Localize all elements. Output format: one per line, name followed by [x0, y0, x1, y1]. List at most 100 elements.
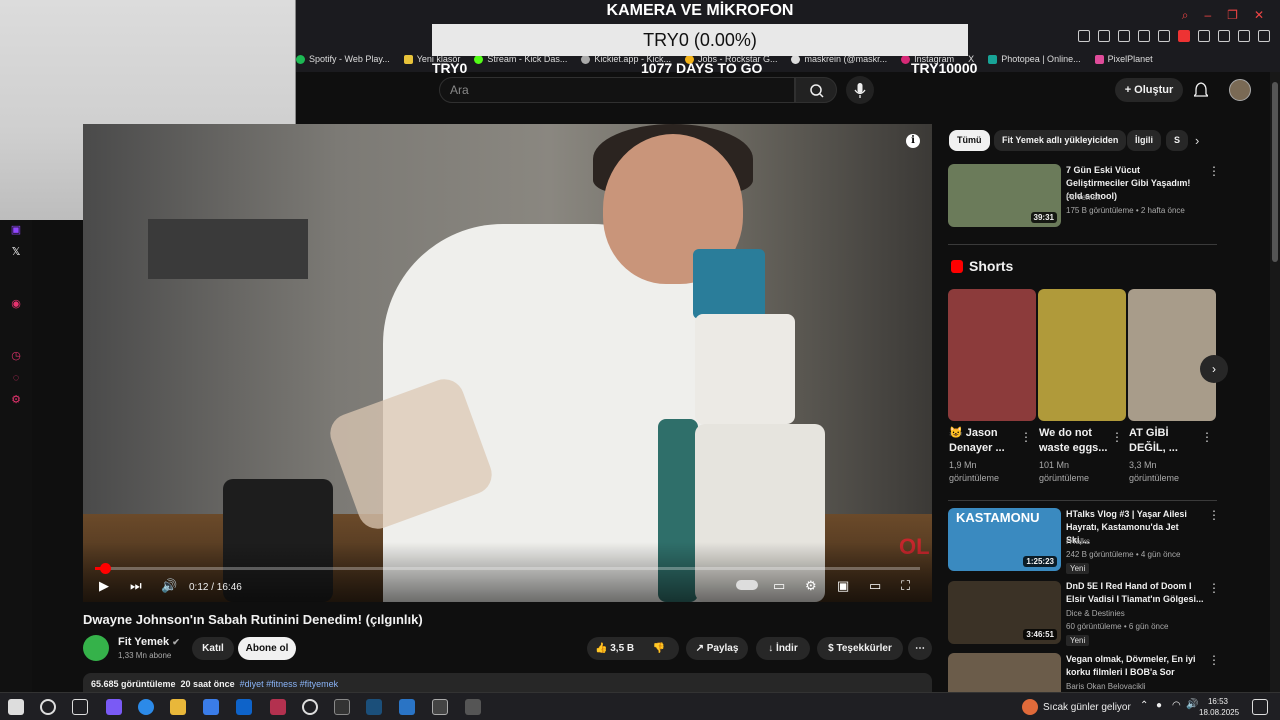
page-scrollbar[interactable]	[1270, 72, 1280, 692]
calculator-icon[interactable]	[465, 699, 481, 715]
menu-icon[interactable]	[1258, 30, 1270, 42]
subtitles-icon[interactable]: ▭	[773, 578, 785, 594]
progress-scrubber[interactable]	[99, 563, 111, 574]
download-button[interactable]: ↓ İndir	[756, 637, 810, 660]
voice-search-button[interactable]	[846, 76, 874, 104]
epic-games-icon[interactable]	[334, 699, 350, 715]
chat-icon[interactable]: ◌	[10, 372, 22, 384]
like-button[interactable]: 👍 3,5 B	[595, 643, 634, 654]
channel-name[interactable]: Baris Okan Belovacikli	[1066, 682, 1146, 691]
windows-start-icon[interactable]	[8, 699, 24, 715]
volume-icon[interactable]: 🔊	[161, 578, 177, 594]
profile-icon[interactable]	[1238, 30, 1250, 42]
outlook-icon[interactable]	[236, 699, 252, 715]
close-icon[interactable]: ✕	[1254, 8, 1264, 23]
mic-icon[interactable]: ●	[1156, 700, 1162, 711]
subscribe-button[interactable]: Abone ol	[238, 637, 296, 660]
extension-icon[interactable]	[1098, 30, 1110, 42]
x-icon[interactable]: 𝕏	[10, 246, 22, 258]
more-vert-icon[interactable]: ⋮	[1111, 430, 1123, 444]
more-vert-icon[interactable]: ⋮	[1208, 653, 1220, 667]
hashtags[interactable]: #diyet #fitness #fityemek	[240, 679, 339, 689]
channel-name[interactable]: HTalks	[1066, 537, 1090, 546]
video-title-link[interactable]: DnD 5E I Red Hand of Doom I Elsir Vadisi…	[1066, 580, 1204, 606]
miniplayer-icon[interactable]: ▣	[837, 578, 849, 594]
notification-icon[interactable]	[1252, 699, 1268, 715]
dislike-button[interactable]: 👎	[653, 643, 665, 654]
play-circle-icon[interactable]: ◉	[10, 298, 22, 310]
video-thumbnail[interactable]: 3:46:51	[948, 581, 1061, 644]
join-button[interactable]: Katıl	[192, 637, 234, 660]
extension-icon[interactable]	[1078, 30, 1090, 42]
channel-avatar[interactable]	[83, 635, 109, 661]
twitch-icon[interactable]: ▣	[10, 224, 22, 236]
share-button[interactable]: ↗ Paylaş	[686, 637, 748, 660]
opera-gx-icon[interactable]	[270, 699, 286, 715]
volume-icon[interactable]: 🔊	[1186, 699, 1198, 710]
capcut-icon[interactable]	[432, 699, 448, 715]
chip-uploader[interactable]: Fit Yemek adlı yükleyiciden	[994, 130, 1127, 151]
channel-name[interactable]: Fit Yemek ✔	[118, 636, 180, 648]
shorts-next-button[interactable]: ›	[1200, 355, 1228, 383]
info-icon[interactable]: i	[906, 134, 920, 148]
short-thumbnail[interactable]	[1038, 289, 1126, 421]
description-box[interactable]: 65.685 görüntüleme 20 saat önce #diyet #…	[83, 673, 932, 692]
short-thumbnail[interactable]	[1128, 289, 1216, 421]
video-player[interactable]: OL i ▶ ⏭ 🔊 0:12 / 16:46 ▭ ⚙ ▣ ▭ ⛶	[83, 124, 932, 602]
theater-mode-icon[interactable]: ▭	[869, 578, 881, 594]
short-title[interactable]: AT GİBİ DEĞİL, ...	[1129, 426, 1205, 456]
restore-icon[interactable]: ❐	[1227, 8, 1238, 23]
copilot-icon[interactable]	[106, 699, 122, 715]
short-title[interactable]: 😺 Jason Denayer ...	[949, 426, 1025, 456]
avatar[interactable]	[1229, 79, 1251, 101]
search-input[interactable]: Ara	[439, 77, 795, 103]
more-vert-icon[interactable]: ⋮	[1208, 164, 1220, 178]
weather-text[interactable]: Sıcak günler geliyor	[1043, 702, 1131, 713]
extension-icon[interactable]	[1118, 30, 1130, 42]
video-thumbnail[interactable]: KASTAMONU 1:25:23	[948, 508, 1061, 571]
video-thumbnail[interactable]	[948, 653, 1061, 692]
chip-related[interactable]: İlgili	[1127, 130, 1161, 151]
autoplay-toggle[interactable]	[736, 580, 758, 590]
video-title-link[interactable]: Vegan olmak, Dövmeler, En iyi korku film…	[1066, 653, 1204, 679]
obs-icon[interactable]	[302, 699, 318, 715]
create-button[interactable]: + Oluştur	[1115, 78, 1183, 102]
short-thumbnail[interactable]	[948, 289, 1036, 421]
chip-all[interactable]: Tümü	[949, 130, 990, 151]
extension-icon[interactable]	[1158, 30, 1170, 42]
more-vert-icon[interactable]: ⋮	[1020, 430, 1032, 444]
play-icon[interactable]: ▶	[99, 578, 109, 594]
bookmark-spotify[interactable]: Spotify - Web Play...	[296, 50, 390, 68]
bookmark-pixelplanet[interactable]: PixelPlanet	[1094, 50, 1153, 68]
extensions-icon[interactable]	[1198, 30, 1210, 42]
more-vert-icon[interactable]: ⋮	[1201, 430, 1213, 444]
search-icon[interactable]	[40, 699, 56, 715]
thanks-button[interactable]: $ Teşekkürler	[817, 637, 903, 660]
task-view-icon[interactable]	[72, 699, 88, 715]
weather-icon[interactable]	[1022, 699, 1038, 715]
fullscreen-icon[interactable]: ⛶	[901, 578, 910, 594]
short-title[interactable]: We do not waste eggs...	[1039, 426, 1115, 456]
video-thumbnail[interactable]: 39:31	[948, 164, 1061, 227]
edge-icon[interactable]	[138, 699, 154, 715]
next-icon[interactable]: ⏭	[130, 578, 142, 594]
file-explorer-icon[interactable]	[170, 699, 186, 715]
download-icon[interactable]	[1218, 30, 1230, 42]
gear-icon[interactable]: ⚙	[10, 394, 22, 406]
search-button[interactable]	[795, 77, 837, 103]
search-tabs-icon[interactable]: ⌕	[1182, 8, 1189, 23]
steam-icon[interactable]	[366, 699, 382, 715]
more-actions-button[interactable]: ⋯	[908, 637, 932, 660]
clock-icon[interactable]: ◷	[10, 350, 22, 362]
store-icon[interactable]	[203, 699, 219, 715]
bookmark-photopea[interactable]: Photopea | Online...	[988, 50, 1081, 68]
chevron-right-icon[interactable]: ›	[1195, 133, 1199, 148]
minimize-icon[interactable]: –	[1204, 8, 1211, 23]
clock[interactable]: 16:53 18.08.2025	[1199, 696, 1239, 718]
wifi-icon[interactable]: ◠	[1172, 700, 1181, 711]
chip-more[interactable]: S	[1166, 130, 1188, 151]
channel-name[interactable]: Dice & Destinies	[1066, 609, 1125, 618]
more-vert-icon[interactable]: ⋮	[1208, 508, 1220, 522]
channel-name[interactable]: Fit Yemek	[1066, 193, 1101, 202]
settings-gear-icon[interactable]: ⚙	[805, 578, 817, 594]
